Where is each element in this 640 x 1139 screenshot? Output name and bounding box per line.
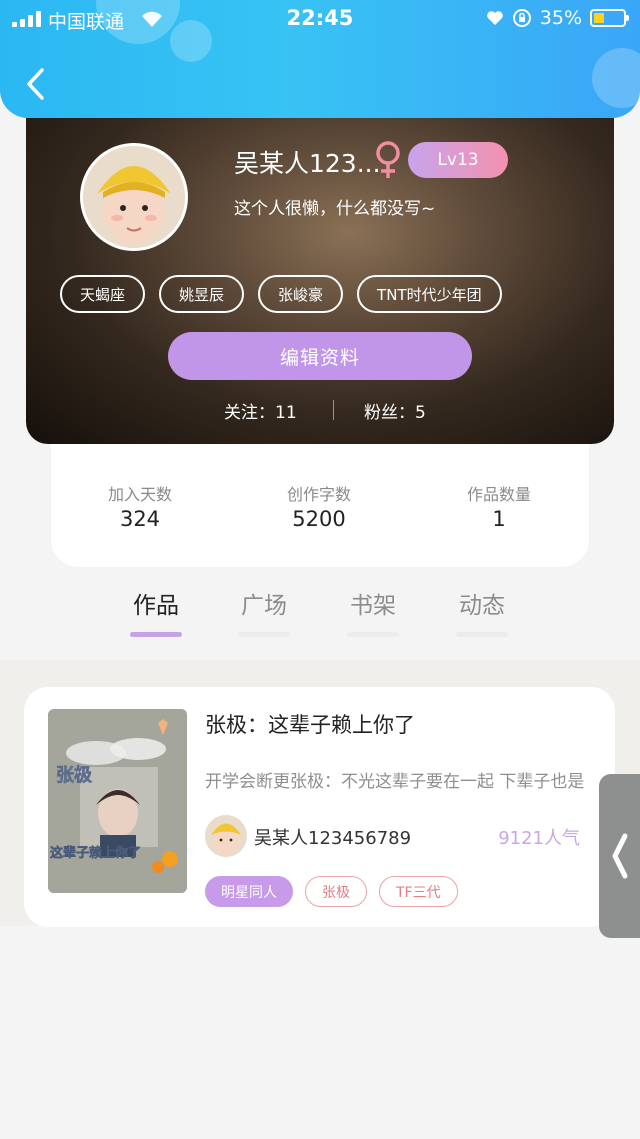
- battery-percent: 35%: [539, 7, 582, 29]
- work-card[interactable]: 张极 这辈子赖上你了 张极：这辈子赖上你了 开学会断更张极：不光这辈子要在一起 …: [24, 687, 615, 927]
- work-tags: 明星同人 张极 TF三代: [205, 876, 458, 907]
- tab-underline: [456, 632, 508, 637]
- level-badge: Lv13: [408, 142, 508, 178]
- stat-value: 1: [492, 507, 506, 531]
- author-avatar-image: [205, 815, 247, 857]
- tab-activity[interactable]: 动态: [432, 586, 532, 637]
- stat-label: 创作字数: [286, 485, 351, 504]
- rotation-lock-icon: [512, 9, 531, 27]
- interest-tag[interactable]: 天蝎座: [60, 275, 146, 313]
- stat-join-days: 加入天数 324: [50, 481, 230, 531]
- heart-icon: [486, 11, 503, 25]
- status-bar: 中国联通 22:45 35%: [0, 0, 640, 40]
- battery-icon: [590, 9, 629, 27]
- stat-value: 5200: [292, 507, 346, 531]
- back-chevron-icon[interactable]: [22, 66, 50, 102]
- popularity-count: 9121人气: [498, 828, 580, 849]
- top-bar: 中国联通 22:45 35%: [0, 0, 640, 118]
- stats-panel: 加入天数 324 创作字数 5200 作品数量 1: [51, 430, 589, 567]
- tab-label: 广场: [241, 593, 287, 619]
- interest-tag[interactable]: TNT时代少年团: [357, 275, 502, 313]
- tab-underline: [238, 632, 290, 637]
- side-drawer-handle[interactable]: [599, 774, 640, 938]
- interest-tag[interactable]: 张峻豪: [258, 275, 344, 313]
- avatar[interactable]: [80, 143, 188, 251]
- tab-underline: [130, 632, 182, 637]
- profile-header: 吴某人123... Lv13 这个人很懒，什么都没写~ 天蝎座 姚昱辰 张峻豪 …: [26, 92, 614, 444]
- signature: 这个人很懒，什么都没写~: [234, 199, 436, 219]
- stat-label: 作品数量: [466, 485, 531, 504]
- interest-tags: 天蝎座 姚昱辰 张峻豪 TNT时代少年团: [60, 275, 502, 313]
- author-name[interactable]: 吴某人123456789: [254, 824, 411, 850]
- tab-label: 书架: [350, 593, 396, 619]
- work-tag[interactable]: TF三代: [379, 876, 458, 907]
- tab-underline: [347, 632, 399, 637]
- following-count[interactable]: 关注：11: [224, 398, 297, 423]
- stat-label: 加入天数: [107, 485, 172, 504]
- work-tag[interactable]: 明星同人: [205, 876, 293, 907]
- tab-square[interactable]: 广场: [214, 586, 314, 637]
- edit-profile-button[interactable]: 编辑资料: [168, 332, 472, 380]
- cover-title-bottom: 这辈子赖上你了: [50, 845, 141, 861]
- cover-art: 张极 这辈子赖上你了: [48, 709, 187, 893]
- tab-label: 作品: [133, 593, 179, 619]
- divider: [333, 400, 334, 420]
- chevron-left-icon: [612, 833, 628, 879]
- interest-tag[interactable]: 姚昱辰: [159, 275, 245, 313]
- work-tag[interactable]: 张极: [305, 876, 367, 907]
- work-title[interactable]: 张极：这辈子赖上你了: [205, 709, 415, 739]
- status-right: 35%: [486, 7, 629, 29]
- cover-title-top: 张极: [56, 765, 93, 786]
- female-icon: [376, 141, 400, 178]
- nickname: 吴某人123...: [234, 149, 381, 178]
- stat-word-count: 创作字数 5200: [229, 481, 409, 531]
- avatar-image: [83, 146, 185, 248]
- author-avatar[interactable]: [205, 815, 247, 857]
- work-description: 开学会断更张极：不光这辈子要在一起 下辈子也是: [205, 772, 585, 792]
- tab-label: 动态: [459, 593, 505, 619]
- tab-works[interactable]: 作品: [106, 586, 206, 637]
- decorative-bubble: [592, 48, 640, 108]
- book-cover[interactable]: 张极 这辈子赖上你了: [48, 709, 187, 893]
- followers-count[interactable]: 粉丝：5: [364, 398, 426, 423]
- stat-works-count: 作品数量 1: [409, 481, 589, 531]
- stat-value: 324: [119, 507, 161, 531]
- tab-bookshelf[interactable]: 书架: [323, 586, 423, 637]
- content-tabs: 作品 广场 书架 动态: [0, 586, 640, 646]
